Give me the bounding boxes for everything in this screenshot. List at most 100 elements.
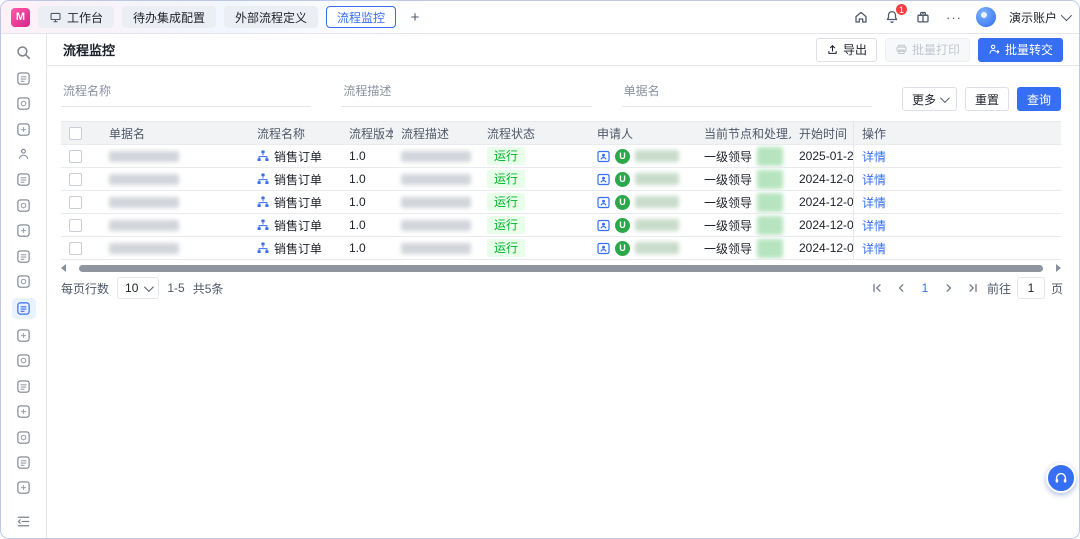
col-header-applicant: 申请人 <box>589 122 696 144</box>
tab-workbench[interactable]: 工作台 <box>38 6 114 28</box>
horizontal-scrollbar <box>61 263 1061 273</box>
sidebar-module-icon-active[interactable] <box>12 298 36 318</box>
doc-name-input[interactable] <box>622 80 872 107</box>
prev-page-icon[interactable] <box>891 278 911 298</box>
scroll-right-arrow[interactable] <box>1056 264 1061 272</box>
sidebar-module-icon[interactable] <box>14 120 34 137</box>
process-desc-input[interactable] <box>341 80 591 107</box>
more-filters-button[interactable]: 更多 <box>902 87 957 111</box>
status-badge: 运行 <box>487 239 525 257</box>
applicant-card-icon <box>597 196 610 209</box>
batch-transfer-button[interactable]: 批量转交 <box>978 38 1063 62</box>
table-row: 销售订单 1.0 运行 U 一级领导 2025-01-24 12 详情 <box>61 145 1061 168</box>
process-version: 1.0 <box>341 237 393 259</box>
bell-icon[interactable]: 1 <box>883 8 901 26</box>
sidebar-module-icon[interactable] <box>14 327 34 344</box>
blurred-applicant <box>635 242 679 254</box>
support-headset-icon <box>1053 470 1069 486</box>
detail-link[interactable]: 详情 <box>862 217 886 234</box>
applicant-card-icon <box>597 219 610 232</box>
sidebar-module-icon[interactable] <box>14 197 34 214</box>
reset-button[interactable]: 重置 <box>965 87 1009 111</box>
detail-link[interactable]: 详情 <box>862 148 886 165</box>
store-icon[interactable] <box>914 8 932 26</box>
scrollbar-thumb[interactable] <box>79 265 1043 272</box>
process-name: 销售订单 <box>274 148 322 165</box>
support-button[interactable] <box>1046 463 1076 493</box>
blurred-applicant <box>635 196 679 208</box>
add-tab-button[interactable]: + <box>404 6 426 28</box>
org-chart-icon <box>257 219 269 231</box>
select-all-checkbox[interactable] <box>69 127 82 140</box>
sidebar-module-icon[interactable] <box>14 95 34 112</box>
sidebar-module-icon[interactable] <box>14 222 34 239</box>
row-checkbox[interactable] <box>69 150 82 163</box>
scroll-left-arrow[interactable] <box>61 264 66 272</box>
row-checkbox[interactable] <box>69 196 82 209</box>
org-chart-icon <box>257 242 269 254</box>
sidebar-module-icon[interactable] <box>14 377 34 394</box>
detail-link[interactable]: 详情 <box>862 171 886 188</box>
applicant-avatar: U <box>615 149 630 164</box>
table-row: 销售订单 1.0 运行 U 一级领导 2024-12-09 16 详情 <box>61 168 1061 191</box>
sidebar-module-icon[interactable] <box>14 273 34 290</box>
tab-external-process-definition[interactable]: 外部流程定义 <box>224 6 318 28</box>
sidebar-module-icon[interactable] <box>14 479 34 496</box>
detail-link[interactable]: 详情 <box>862 240 886 257</box>
sidebar-module-icon[interactable] <box>14 403 34 420</box>
current-page[interactable]: 1 <box>915 278 935 298</box>
query-button[interactable]: 查询 <box>1017 87 1061 111</box>
avatar[interactable] <box>976 7 996 27</box>
home-icon[interactable] <box>852 8 870 26</box>
detail-link[interactable]: 详情 <box>862 194 886 211</box>
table-row: 销售订单 1.0 运行 U 一级领导 2024-12-09 16 详情 <box>61 191 1061 214</box>
first-page-icon[interactable] <box>867 278 887 298</box>
tab-process-monitor[interactable]: 流程监控 <box>326 6 396 28</box>
more-icon[interactable]: ··· <box>945 8 963 26</box>
col-header-version: 流程版本 <box>341 122 393 144</box>
tab-label: 流程监控 <box>337 9 385 26</box>
reset-label: 重置 <box>975 91 999 108</box>
rows-per-page-select[interactable]: 10 <box>117 277 159 299</box>
collapse-sidebar-icon[interactable] <box>14 513 34 530</box>
node-name: 一级领导 <box>704 194 752 211</box>
sidebar-module-icon[interactable] <box>14 352 34 369</box>
tab-todo-integration-config[interactable]: 待办集成配置 <box>122 6 216 28</box>
blurred-doc-name <box>109 174 179 185</box>
start-time: 2024-12-09 16 <box>791 191 853 213</box>
last-page-icon[interactable] <box>963 278 983 298</box>
start-time: 2024-12-09 16 <box>791 237 853 259</box>
account-menu[interactable]: 演示账户 <box>1009 9 1069 26</box>
node-name: 一级领导 <box>704 148 752 165</box>
goto-label: 前往 <box>987 280 1011 297</box>
sidebar-module-icon[interactable] <box>14 69 34 86</box>
page-unit-label: 页 <box>1051 280 1063 297</box>
scrollbar-track[interactable] <box>69 264 1053 272</box>
export-button[interactable]: 导出 <box>816 38 877 62</box>
row-checkbox[interactable] <box>69 219 82 232</box>
sidebar-module-icon[interactable] <box>14 454 34 471</box>
start-time: 2024-12-09 16 <box>791 214 853 236</box>
page-actions: 导出 批量打印 批量转交 <box>816 38 1063 62</box>
process-name-input[interactable] <box>61 80 311 107</box>
col-header-node: 当前节点和处理人 <box>696 122 791 144</box>
sidebar-module-icon[interactable] <box>14 146 34 163</box>
sidebar-module-icon[interactable] <box>14 428 34 445</box>
next-page-icon[interactable] <box>939 278 959 298</box>
sidebar-module-icon[interactable] <box>14 171 34 188</box>
sidebar-module-icon[interactable] <box>14 248 34 265</box>
row-checkbox[interactable] <box>69 242 82 255</box>
rows-per-page-value: 10 <box>125 281 138 295</box>
applicant-avatar: U <box>615 241 630 256</box>
batch-print-label: 批量打印 <box>912 41 960 58</box>
row-checkbox[interactable] <box>69 173 82 186</box>
applicant-avatar: U <box>615 195 630 210</box>
filter-process-desc <box>341 80 591 107</box>
org-chart-icon <box>257 196 269 208</box>
goto-page-input[interactable] <box>1017 277 1045 299</box>
search-icon[interactable] <box>14 44 34 61</box>
col-header-actions: 操作 <box>853 122 1061 144</box>
filter-doc-name <box>622 80 872 107</box>
batch-print-button[interactable]: 批量打印 <box>885 38 970 62</box>
blurred-handler <box>757 216 783 235</box>
